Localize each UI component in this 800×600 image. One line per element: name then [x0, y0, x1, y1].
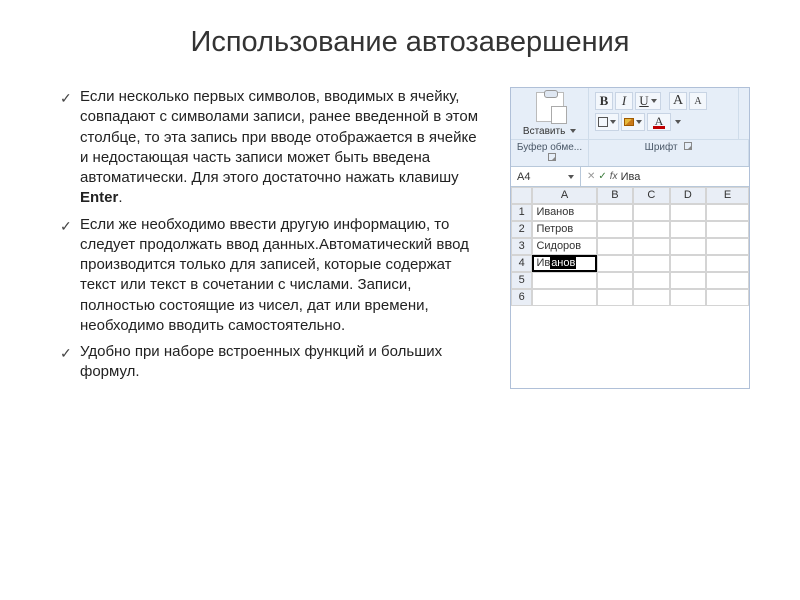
ribbon-group-labels: Буфер обме... Шрифт: [511, 140, 749, 167]
formula-value: Ива: [621, 171, 641, 183]
col-header[interactable]: C: [633, 187, 669, 204]
slide: Использование автозавершения Если нескол…: [0, 0, 800, 600]
cell[interactable]: [706, 204, 749, 221]
paste-label[interactable]: Вставить: [517, 126, 582, 137]
bullet-item: Если несколько первых символов, вводимых…: [60, 87, 480, 209]
grow-font-button[interactable]: A: [669, 92, 687, 110]
slide-content: Если несколько первых символов, вводимых…: [60, 87, 760, 389]
cell[interactable]: [670, 289, 706, 306]
cell[interactable]: [633, 221, 669, 238]
chevron-down-icon: [675, 120, 681, 124]
autocomplete-suggestion: анов: [550, 257, 576, 269]
font-group: В I U A A: [589, 88, 739, 139]
cell[interactable]: [670, 255, 706, 272]
ribbon: Вставить В I U A A: [511, 88, 749, 140]
chevron-down-icon: [568, 175, 574, 179]
cell[interactable]: [706, 238, 749, 255]
bullet-text: Удобно при наборе встроенных функций и б…: [80, 343, 442, 380]
row-header[interactable]: 2: [511, 221, 532, 238]
cell[interactable]: [706, 289, 749, 306]
paste-icon[interactable]: [536, 92, 564, 122]
spreadsheet-grid: A B C D E 1 Иванов 2: [511, 187, 749, 306]
row-header[interactable]: 4: [511, 255, 532, 272]
cell[interactable]: [633, 238, 669, 255]
cell[interactable]: [633, 289, 669, 306]
slide-title: Использование автозавершения: [60, 26, 760, 59]
cell[interactable]: [597, 204, 633, 221]
cell[interactable]: Сидоров: [532, 238, 596, 255]
cell[interactable]: [670, 221, 706, 238]
cell[interactable]: [633, 255, 669, 272]
shrink-font-button[interactable]: A: [689, 92, 707, 110]
cell[interactable]: [706, 272, 749, 289]
col-header[interactable]: A: [532, 187, 596, 204]
cell[interactable]: [597, 272, 633, 289]
bold-button[interactable]: В: [595, 92, 613, 110]
row-header[interactable]: 1: [511, 204, 532, 221]
chevron-down-icon: [636, 120, 642, 124]
dialog-launcher-icon[interactable]: [548, 153, 556, 161]
formula-bar: A4 ✕ ✓ fx Ива: [511, 167, 749, 187]
cell[interactable]: Иванов: [532, 204, 596, 221]
bullet-item: Если же необходимо ввести другую информа…: [60, 215, 480, 337]
cell[interactable]: Петров: [532, 221, 596, 238]
figure-column: Вставить В I U A A: [500, 87, 760, 389]
cell[interactable]: [597, 289, 633, 306]
formula-input[interactable]: ✕ ✓ fx Ива: [581, 167, 749, 186]
underline-button[interactable]: U: [635, 92, 661, 110]
chevron-down-icon: [570, 129, 576, 133]
cell[interactable]: [597, 255, 633, 272]
cell[interactable]: [670, 272, 706, 289]
typed-text: Ив: [536, 257, 550, 269]
dialog-launcher-icon[interactable]: [684, 142, 692, 150]
bullet-text: Если же необходимо ввести другую информа…: [80, 216, 469, 334]
italic-button[interactable]: I: [615, 92, 633, 110]
chevron-down-icon: [610, 120, 616, 124]
cell[interactable]: [670, 238, 706, 255]
cancel-icon[interactable]: ✕: [587, 171, 595, 182]
bullet-text: Если несколько первых символов, вводимых…: [80, 88, 478, 186]
fx-icon[interactable]: fx: [610, 171, 618, 182]
cell[interactable]: [532, 289, 596, 306]
col-header[interactable]: D: [670, 187, 706, 204]
row-header[interactable]: 5: [511, 272, 532, 289]
cell[interactable]: [597, 221, 633, 238]
row-header[interactable]: 6: [511, 289, 532, 306]
name-box[interactable]: A4: [511, 167, 581, 186]
font-color-bar: [653, 126, 665, 129]
cell[interactable]: [532, 272, 596, 289]
cell[interactable]: [633, 204, 669, 221]
col-header[interactable]: E: [706, 187, 749, 204]
chevron-down-icon: [651, 99, 657, 103]
enter-icon[interactable]: ✓: [598, 171, 606, 182]
cell[interactable]: [706, 221, 749, 238]
row-header[interactable]: 3: [511, 238, 532, 255]
fill-color-button[interactable]: [621, 113, 645, 131]
bullet-list: Если несколько первых символов, вводимых…: [60, 87, 480, 389]
cell[interactable]: [670, 204, 706, 221]
font-color-button[interactable]: A: [647, 113, 671, 131]
bullet-text-post: .: [118, 189, 122, 206]
cell[interactable]: [597, 238, 633, 255]
clipboard-label: Буфер обме...: [511, 140, 589, 166]
select-all-corner[interactable]: [511, 187, 532, 204]
borders-button[interactable]: [595, 113, 619, 131]
active-cell[interactable]: Иванов: [532, 255, 596, 272]
clipboard-group: Вставить: [511, 88, 589, 139]
bullet-item: Удобно при наборе встроенных функций и б…: [60, 342, 480, 383]
bullet-bold: Enter: [80, 189, 118, 206]
cell[interactable]: [633, 272, 669, 289]
excel-fragment: Вставить В I U A A: [510, 87, 750, 389]
font-label: Шрифт: [589, 140, 749, 166]
col-header[interactable]: B: [597, 187, 633, 204]
cell[interactable]: [706, 255, 749, 272]
